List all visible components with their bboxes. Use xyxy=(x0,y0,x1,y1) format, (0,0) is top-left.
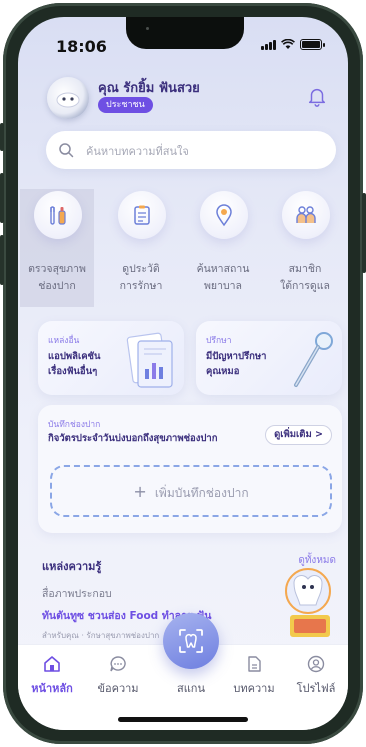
card-title-line2: เรื่องฟันอื่นๆ xyxy=(48,366,98,377)
menu-label-line2: ใต้การดูแล xyxy=(280,280,330,292)
status-bar: 18:06 xyxy=(18,17,348,65)
plus-icon: + xyxy=(133,482,147,501)
nav-label: ข้อความ xyxy=(97,682,139,695)
home-indicator xyxy=(118,717,248,722)
card-tag: ปรึกษา xyxy=(206,336,232,346)
tooth-mascot-icon[interactable] xyxy=(274,565,334,639)
menu-label-line1: ค้นหาสถาน xyxy=(196,263,250,275)
nav-profile[interactable]: โปรไฟล์ xyxy=(286,655,346,697)
location-pin-icon xyxy=(216,204,232,227)
menu-label-line1: ตรวจสุขภาพ xyxy=(28,263,86,275)
section-tag: บันทึกช่องปาก xyxy=(48,420,101,430)
dental-mirror-icon xyxy=(294,332,333,387)
card-tag: แหล่งอื่น xyxy=(48,336,80,346)
add-record-label: เพิ่มบันทึกช่องปาก xyxy=(154,486,249,500)
menu-family-members[interactable]: สมาชิก ใต้การดูแล xyxy=(268,189,342,307)
menu-treatment-history[interactable]: ดูประวัติ การรักษา xyxy=(104,189,178,307)
menu-label-line1: สมาชิก xyxy=(288,263,322,275)
battery-icon xyxy=(300,39,325,50)
app-screen: 18:06 คุณ รักยิ้ม ฟันสวย ประชาชน ค้นหาบท… xyxy=(18,17,348,730)
home-icon xyxy=(44,656,60,672)
bell-icon[interactable] xyxy=(306,85,328,107)
clipboard-icon xyxy=(134,205,150,225)
nav-label: หน้าหลัก xyxy=(31,682,73,695)
menu-oral-checkup[interactable]: ตรวจสุขภาพ ช่องปาก xyxy=(20,189,94,307)
phone-frame: 18:06 คุณ รักยิ้ม ฟันสวย ประชาชน ค้นหาบท… xyxy=(0,3,366,744)
nav-messages[interactable]: ข้อความ xyxy=(88,655,148,697)
family-icon xyxy=(296,206,316,223)
user-name: คุณ รักยิ้ม ฟันสวย xyxy=(98,81,200,96)
toothbrush-icon xyxy=(50,206,66,225)
chat-icon xyxy=(110,656,126,672)
tooth-mascot-icon xyxy=(56,92,80,108)
volume-up-button xyxy=(0,173,4,223)
menu-find-clinic[interactable]: ค้นหาสถาน พยาบาล xyxy=(186,189,260,307)
document-chart-icon xyxy=(126,332,173,388)
section-title: กิจวัตรประจำวันบ่งบอกถึงสุขภาพช่องปาก xyxy=(48,433,218,444)
knowledge-title: แหล่งความรู้ xyxy=(42,560,102,573)
scan-tooth-icon xyxy=(179,629,203,653)
status-time: 18:06 xyxy=(56,37,107,56)
menu-label-line2: การรักษา xyxy=(119,280,163,292)
member-type-badge: ประชาชน xyxy=(98,97,153,113)
card-title-line1: แอปพลิเคชัน xyxy=(48,351,101,362)
card-title-line2: คุณหมอ xyxy=(206,366,240,377)
wifi-icon xyxy=(281,39,295,49)
nav-articles[interactable]: บทความ xyxy=(224,655,284,697)
nav-home[interactable]: หน้าหลัก xyxy=(22,655,82,697)
card-consult-dentist[interactable]: ปรึกษา มีปัญหาปรึกษา คุณหมอ xyxy=(196,321,342,395)
mute-switch xyxy=(0,123,4,151)
menu-label-line2: ช่องปาก xyxy=(38,280,76,292)
nav-label: โปรไฟล์ xyxy=(296,682,336,695)
knowledge-subtitle: สื่อภาพประกอบ xyxy=(42,588,112,600)
document-icon xyxy=(248,656,261,672)
signal-icon xyxy=(261,39,276,50)
card-other-apps[interactable]: แหล่งอื่น แอปพลิเคชัน เรื่องฟันอื่นๆ xyxy=(38,321,184,395)
search-icon xyxy=(59,143,74,158)
oral-record-section: บันทึกช่องปาก กิจวัตรประจำวันบ่งบอกถึงสุ… xyxy=(38,405,342,533)
profile-icon xyxy=(307,655,325,673)
status-icons xyxy=(261,39,325,50)
article-meta: สำหรับคุณ · รักษาสุขภาพช่องปาก xyxy=(42,631,160,640)
volume-down-button xyxy=(0,235,4,285)
search-bar[interactable]: ค้นหาบทความที่สนใจ xyxy=(46,131,336,169)
power-button xyxy=(362,193,366,273)
notch xyxy=(126,17,244,49)
menu-label-line2: พยาบาล xyxy=(204,280,242,292)
menu-label-line1: ดูประวัติ xyxy=(122,263,160,275)
add-oral-record-button[interactable]: + เพิ่มบันทึกช่องปาก xyxy=(50,465,332,517)
nav-label: บทความ xyxy=(233,682,275,695)
see-more-button[interactable]: ดูเพิ่มเติม > xyxy=(265,425,332,445)
search-input[interactable]: ค้นหาบทความที่สนใจ xyxy=(86,142,189,160)
scan-button[interactable] xyxy=(163,613,219,669)
nav-label: สแกน xyxy=(177,682,205,695)
card-title-line1: มีปัญหาปรึกษา xyxy=(206,351,267,362)
avatar[interactable] xyxy=(47,77,89,119)
